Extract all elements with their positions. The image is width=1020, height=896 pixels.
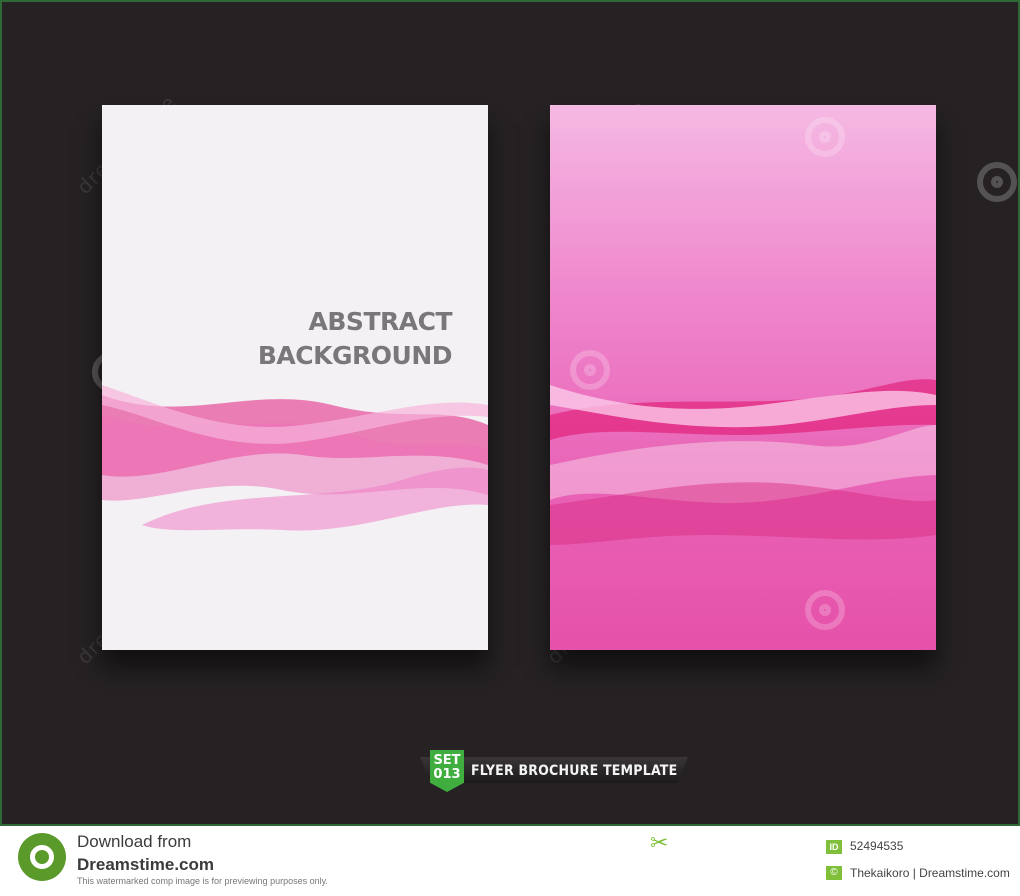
flyer-title: ABSTRACT BACKGROUND	[257, 305, 453, 373]
image-id: 52494535	[850, 839, 904, 853]
badge-line-2: 013	[433, 767, 461, 782]
download-label: Download from	[77, 832, 192, 851]
badge-line-1: SET	[433, 753, 461, 768]
title-line-1: ABSTRACT	[308, 307, 453, 336]
scissors-icon: ✂	[650, 830, 669, 855]
id-badge: ID	[826, 840, 842, 854]
preview-frame: dreamstime dreamstime dreamstime dreamst…	[0, 0, 1020, 826]
dreamstime-spiral-icon	[977, 162, 1017, 202]
set-badge: SET 013	[430, 750, 464, 792]
dreamstime-spiral-icon	[805, 590, 845, 630]
flyer-right	[550, 105, 936, 650]
site-link[interactable]: Dreamstime.com	[77, 855, 214, 875]
preview-note: This watermarked comp image is for previ…	[77, 876, 328, 886]
template-ribbon: SET 013 FLYER BROCHURE TEMPLATE	[420, 750, 688, 792]
dreamstime-logo-icon	[18, 833, 66, 881]
flyer-left: ABSTRACT BACKGROUND	[102, 105, 488, 650]
author-credit: Thekaikoro | Dreamstime.com	[850, 866, 1010, 880]
pink-wave-graphic	[102, 385, 488, 531]
dreamstime-spiral-icon	[805, 117, 845, 157]
title-line-2: BACKGROUND	[257, 341, 453, 370]
copyright-icon: ©	[826, 866, 842, 880]
ribbon-label: FLYER BROCHURE TEMPLATE	[471, 763, 678, 779]
dreamstime-spiral-icon	[570, 350, 610, 390]
